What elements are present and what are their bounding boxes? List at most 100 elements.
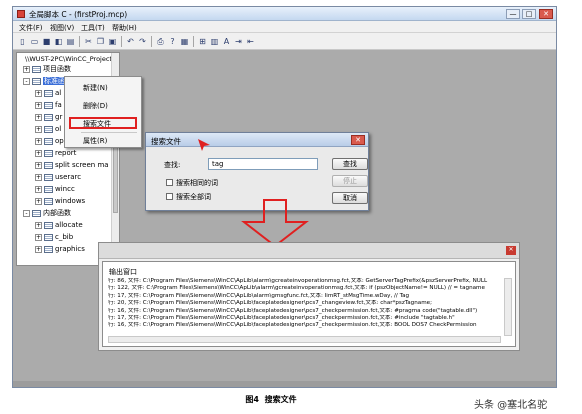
tag-icon[interactable]: ⊞ — [197, 36, 208, 47]
redo-icon[interactable]: ↷ — [137, 36, 148, 47]
search-input[interactable]: tag — [208, 158, 318, 170]
tree-node-graphics[interactable]: + graphics — [35, 245, 85, 254]
tree-node-project-functions[interactable]: + 项目函数 — [23, 65, 71, 74]
tree-node-graphics-std[interactable]: + gr — [35, 113, 62, 122]
print-icon[interactable]: ⎙ — [155, 36, 166, 47]
collapse-icon[interactable]: - — [23, 77, 30, 85]
tag-list-icon[interactable]: ▥ — [209, 36, 220, 47]
output-line[interactable]: 行: 17, 文件: C:\Program Files\Siemens\WinC… — [108, 293, 501, 300]
maximize-button[interactable]: □ — [522, 9, 536, 19]
expand-icon[interactable]: + — [35, 221, 42, 229]
minimize-button[interactable]: — — [506, 9, 520, 19]
menu-view[interactable]: 视图(V) — [50, 23, 74, 33]
output-line[interactable]: 行: 86, 文件: C:\Program Files\Siemens\WinC… — [108, 278, 501, 285]
menu-bar: 文件(F) 视图(V) 工具(T) 帮助(H) — [13, 21, 556, 33]
output-line[interactable]: 行: 16, 文件: C:\Program Files\Siemens\WinC… — [108, 322, 501, 329]
cancel-button[interactable]: 取消 — [332, 192, 368, 204]
context-menu-search-files[interactable]: 搜索文件 — [83, 119, 111, 129]
expand-icon[interactable]: + — [35, 101, 42, 109]
tree-node-internal-functions[interactable]: - 内部函数 — [23, 209, 71, 218]
toolbar-separator — [121, 36, 122, 47]
match-word-checkbox[interactable] — [166, 179, 173, 186]
undo-icon[interactable]: ↶ — [125, 36, 136, 47]
output-horizontal-scrollbar[interactable] — [108, 336, 501, 343]
tree-node-userarc[interactable]: + userarc — [35, 173, 81, 182]
tree-node-wincc[interactable]: + wincc — [35, 185, 75, 194]
collapse-icon[interactable]: - — [23, 209, 30, 217]
tree-node-report[interactable]: + report — [35, 149, 76, 158]
expand-icon[interactable]: + — [35, 89, 42, 97]
tree-node-split-screen[interactable]: + split screen ma — [35, 161, 109, 170]
export-icon[interactable]: ⇤ — [245, 36, 256, 47]
font-icon[interactable]: A — [221, 36, 232, 47]
new-file-icon[interactable]: ▯ — [17, 36, 28, 47]
tree-node-label: al — [55, 89, 62, 97]
expand-icon[interactable]: + — [35, 161, 42, 169]
open-icon[interactable]: ▭ — [29, 36, 40, 47]
figure-number: 图4 — [245, 395, 259, 404]
expand-icon[interactable]: + — [23, 65, 30, 73]
menu-file[interactable]: 文件(F) — [19, 23, 43, 33]
function-icon[interactable]: ▦ — [179, 36, 190, 47]
import-icon[interactable]: ⇥ — [233, 36, 244, 47]
tree-node-label: op — [55, 137, 64, 145]
stop-button[interactable]: 停止 — [332, 175, 368, 187]
tree-node-label: gr — [55, 113, 63, 121]
menu-help[interactable]: 帮助(H) — [112, 23, 137, 33]
tree-node-label: allocate — [55, 221, 83, 229]
menu-tools[interactable]: 工具(T) — [81, 23, 105, 33]
down-arrow-icon — [241, 199, 309, 248]
tree-node-options[interactable]: + op — [35, 137, 64, 146]
expand-icon[interactable]: + — [35, 233, 42, 241]
help-icon[interactable]: ? — [167, 36, 178, 47]
context-menu-new[interactable]: 新建(N) — [83, 83, 108, 93]
match-all-label: 搜索全部词 — [176, 193, 211, 201]
tree-node-label: fa — [55, 101, 62, 109]
copy-icon[interactable]: ❐ — [95, 36, 106, 47]
tree-node-allocate[interactable]: + allocate — [35, 221, 83, 230]
folder-icon — [44, 101, 53, 109]
compile-icon[interactable]: ◧ — [53, 36, 64, 47]
dialog-close-button[interactable]: ✕ — [351, 135, 365, 145]
tree-node-ole[interactable]: + ol — [35, 125, 61, 134]
tree-node-label: 项目函数 — [43, 65, 71, 73]
expand-icon[interactable]: + — [35, 149, 42, 157]
tree-node-label: windows — [55, 197, 86, 205]
output-line[interactable]: 行: 122, 文件: C:\Program Files\Siemens\Win… — [108, 285, 501, 292]
toolbar-separator — [193, 36, 194, 47]
watermark: 头条 @塞北名驼 — [474, 400, 548, 411]
title-bar: 全局脚本 C - (firstProj.mcp) — □ ✕ — [13, 7, 556, 21]
tree-root-path: \\WUST-2PC\WinCC_Project_firstPro — [25, 55, 119, 63]
output-title-bar: ✕ — [99, 243, 519, 259]
menu-divider — [81, 132, 137, 133]
expand-icon[interactable]: + — [35, 173, 42, 181]
expand-icon[interactable]: + — [35, 185, 42, 193]
expand-icon[interactable]: + — [35, 113, 42, 121]
expand-icon[interactable]: + — [35, 137, 42, 145]
context-menu-delete[interactable]: 删除(D) — [83, 101, 108, 111]
tree-node-faceplate[interactable]: + fa — [35, 101, 62, 110]
folder-icon — [32, 77, 41, 85]
figure-text: 搜索文件 — [264, 395, 297, 404]
search-button[interactable]: 查找 — [332, 158, 368, 170]
expand-icon[interactable]: + — [35, 197, 42, 205]
close-button[interactable]: ✕ — [539, 9, 553, 19]
output-vertical-scrollbar[interactable] — [504, 278, 512, 336]
context-menu-properties[interactable]: 属性(R) — [83, 136, 107, 146]
tree-node-label: graphics — [55, 245, 85, 253]
paste-icon[interactable]: ▣ — [107, 36, 118, 47]
expand-icon[interactable]: + — [35, 125, 42, 133]
output-line[interactable]: 行: 17, 文件: C:\Program Files\Siemens\WinC… — [108, 315, 501, 322]
folder-icon — [44, 113, 53, 121]
expand-icon[interactable]: + — [35, 245, 42, 253]
tree-node-c-bib[interactable]: + c_bib — [35, 233, 73, 242]
tree-node-alarm[interactable]: + al — [35, 89, 61, 98]
save-icon[interactable]: ■ — [41, 36, 52, 47]
output-line[interactable]: 行: 16, 文件: C:\Program Files\Siemens\WinC… — [108, 308, 501, 315]
cut-icon[interactable]: ✂ — [83, 36, 94, 47]
output-close-button[interactable]: ✕ — [506, 246, 516, 255]
save-all-icon[interactable]: ▤ — [65, 36, 76, 47]
output-line[interactable]: 行: 20, 文件: C:\Program Files\Siemens\WinC… — [108, 300, 501, 307]
tree-node-windows[interactable]: + windows — [35, 197, 85, 206]
match-all-checkbox[interactable] — [166, 193, 173, 200]
